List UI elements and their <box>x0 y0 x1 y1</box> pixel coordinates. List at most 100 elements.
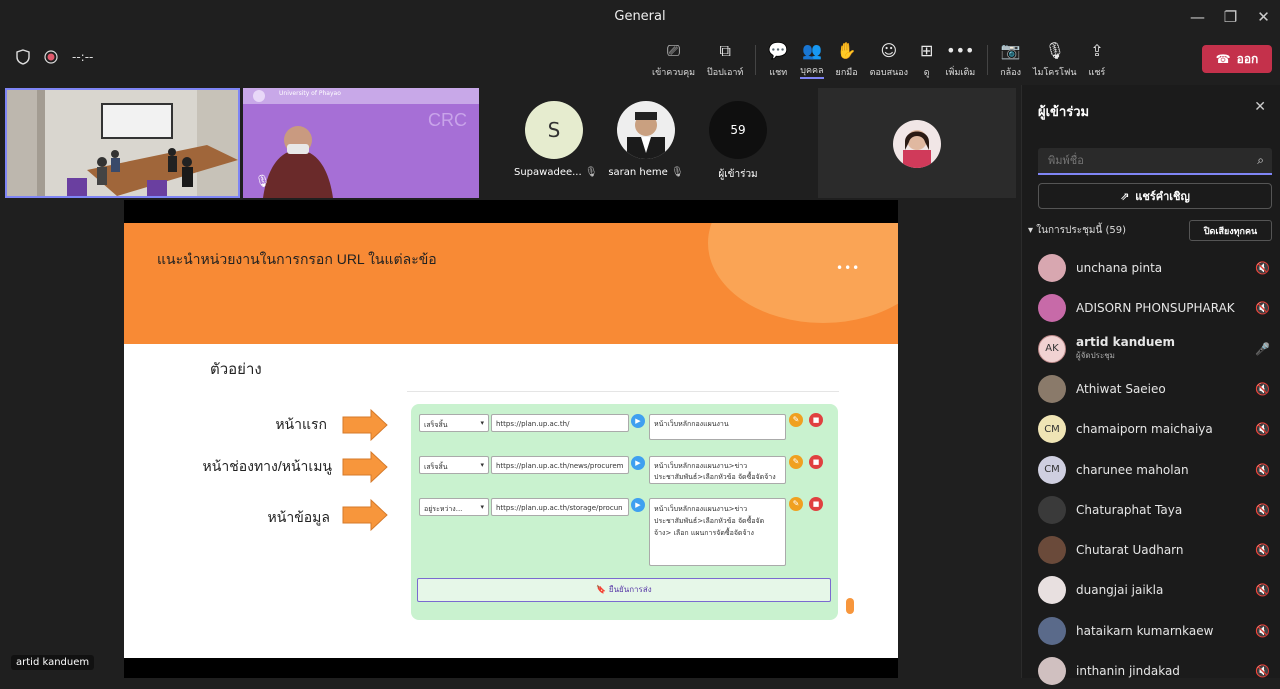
raise-hand-icon: ✋ <box>836 41 857 60</box>
mic-off-icon: 🔇 <box>1255 502 1270 517</box>
participant-tile-saran[interactable]: saran heme 🎙 <box>606 101 686 178</box>
take-control-icon: ⎚ <box>667 41 680 60</box>
restore-button[interactable]: ❐ <box>1214 0 1247 33</box>
window-controls: — ❐ ✕ <box>1181 0 1280 33</box>
delete-icon[interactable]: ■ <box>809 413 823 427</box>
camera-button[interactable]: 📷 กล้อง <box>994 41 1027 79</box>
share-button[interactable]: ⇪ แชร์ <box>1083 41 1112 79</box>
participant-row[interactable]: CM charunee maholan 🔇 <box>1038 452 1278 488</box>
participant-row[interactable]: inthanin jindakad 🔇 <box>1038 653 1278 689</box>
participant-row[interactable]: Chutarat Uadharn 🔇 <box>1038 532 1278 568</box>
search-icon[interactable]: ⌕ <box>1257 153 1264 168</box>
status-select[interactable]: เสร็จสิ้น ▾ <box>419 456 489 474</box>
meeting-info: --:-- <box>16 49 93 65</box>
status-select[interactable]: อยู่ระหว่าง... ▾ <box>419 498 489 516</box>
chat-icon: 💬 <box>768 41 789 60</box>
people-button[interactable]: 👥 บุคคล <box>794 41 829 79</box>
chat-button[interactable]: 💬 แชท <box>762 41 794 79</box>
mic-off-icon: 🔇 <box>1255 261 1270 275</box>
mute-all-button[interactable]: ปิดเสียงทุกคน <box>1189 220 1272 241</box>
microphone-label: ไมโครโฟน <box>1033 68 1077 78</box>
avatar: CM <box>1038 415 1066 444</box>
leave-button[interactable]: ☎ ออก <box>1202 45 1272 73</box>
edit-icon[interactable]: ✎ <box>789 413 803 427</box>
more-dots-icon: ••• <box>836 261 861 275</box>
close-window-button[interactable]: ✕ <box>1247 0 1280 33</box>
edit-icon[interactable]: ✎ <box>789 455 803 469</box>
shared-slide: แนะนำหน่วยงานในการกรอก URL ในแต่ละข้อ ••… <box>124 223 898 658</box>
video-tile-presenter[interactable]: CRC 🎙 University of Phayao <box>243 88 479 198</box>
slide-subtitle: ตัวอย่าง <box>210 361 262 378</box>
participant-name: inthanin jindakad <box>1076 664 1180 678</box>
status-value: เสร็จสิ้น <box>424 421 448 429</box>
delete-icon[interactable]: ■ <box>809 455 823 469</box>
bookmark-icon: 🔖 <box>596 585 607 594</box>
description-textarea[interactable]: หน้าเว็บหลักกองแผนงาน>ข่าวประชาสัมพันธ์>… <box>649 498 786 566</box>
search-field[interactable]: ⌕ <box>1038 148 1272 175</box>
reactions-button[interactable]: ☺ ตอบสนอง <box>864 41 914 79</box>
grid-view-icon: ⊞ <box>920 41 934 60</box>
take-control-button[interactable]: ⎚ เข้าควบคุม <box>646 41 701 79</box>
close-panel-icon[interactable]: ✕ <box>1254 99 1266 115</box>
raise-hand-button[interactable]: ✋ ยกมือ <box>830 41 864 79</box>
participant-row[interactable]: Athiwat Saeieo 🔇 <box>1038 371 1278 407</box>
share-invite-button[interactable]: ⇗ แชร์คำเชิญ <box>1038 183 1272 209</box>
more-button[interactable]: ••• เพิ่มเติม <box>939 41 981 79</box>
self-video-tile[interactable] <box>818 88 1016 198</box>
participant-row[interactable]: CM chamaiporn maichaiya 🔇 <box>1038 411 1278 447</box>
participant-name: Athiwat Saeieo <box>1076 382 1166 396</box>
crc-watermark: CRC <box>428 110 467 130</box>
mic-off-icon: 🎙 <box>584 167 598 178</box>
submit-button[interactable]: 🔖 ยืนยันการส่ง <box>417 578 831 602</box>
in-meeting-section-header[interactable]: ▾ ในการประชุมนี้ (59) <box>1028 223 1126 238</box>
url-input[interactable]: https://plan.up.ac.th/ <box>491 414 629 432</box>
play-icon[interactable]: ▶ <box>631 456 645 470</box>
video-tile-room[interactable] <box>5 88 240 198</box>
participant-row[interactable]: ADISORN PHONSUPHARAK 🔇 <box>1038 290 1278 326</box>
edit-icon[interactable]: ✎ <box>789 497 803 511</box>
participant-tile-supawadee[interactable]: S Supawadee... 🎙 <box>514 101 598 178</box>
camera-off-icon: 📷 <box>1000 41 1021 60</box>
slide-header: แนะนำหน่วยงานในการกรอก URL ในแต่ละข้อ ••… <box>124 223 898 344</box>
participant-row[interactable]: unchana pinta 🔇 <box>1038 250 1278 286</box>
camera-label: กล้อง <box>1000 68 1021 78</box>
participant-name: ADISORN PHONSUPHARAK <box>1076 301 1235 315</box>
mic-off-icon: 🎙 <box>670 167 684 178</box>
view-button[interactable]: ⊞ ดู <box>914 41 939 79</box>
section-label: ในการประชุมนี้ (59) <box>1036 225 1126 236</box>
url-input[interactable]: https://plan.up.ac.th/news/procurem <box>491 456 629 474</box>
participant-row[interactable]: duangjai jaikla 🔇 <box>1038 572 1278 608</box>
people-label: บุคคล <box>800 63 824 79</box>
participant-row[interactable]: hataikarn kumarnkaew 🔇 <box>1038 613 1278 649</box>
minimize-button[interactable]: — <box>1181 0 1214 33</box>
mic-off-icon: 🔇 <box>1255 462 1270 477</box>
participant-name-text: inthanin jindakad <box>1076 664 1180 678</box>
play-icon[interactable]: ▶ <box>631 414 645 428</box>
label-data: หน้าข้อมูล <box>267 509 330 525</box>
shield-icon[interactable] <box>16 49 30 65</box>
participant-name-text: Supawadee... <box>514 167 582 178</box>
search-input[interactable] <box>1038 148 1238 173</box>
participant-row[interactable]: Chaturaphat Taya 🔇 <box>1038 492 1278 528</box>
url-input[interactable]: https://plan.up.ac.th/storage/procun <box>491 498 629 516</box>
delete-icon[interactable]: ■ <box>809 497 823 511</box>
description-textarea[interactable]: หน้าเว็บหลักกองแผนงาน <box>649 414 786 440</box>
status-select[interactable]: เสร็จสิ้น ▾ <box>419 414 489 432</box>
raise-hand-label: ยกมือ <box>835 68 858 78</box>
chevron-down-icon: ▾ <box>480 419 484 427</box>
presenter-video: CRC <box>243 88 479 198</box>
participant-role: ผู้จัดประชุม <box>1076 351 1115 361</box>
avatar <box>617 101 675 159</box>
avatar <box>1038 374 1066 403</box>
microphone-button[interactable]: 🎙 ไมโครโฟน <box>1027 41 1083 79</box>
participant-row[interactable]: AK artid kanduem ผู้จัดประชุม 🎤 <box>1038 331 1278 367</box>
participant-overflow-tile[interactable]: 59 ผู้เข้าร่วม <box>698 101 778 182</box>
play-icon[interactable]: ▶ <box>631 498 645 512</box>
popout-button[interactable]: ⧉ ป๊อปเอาท์ <box>701 41 749 79</box>
description-textarea[interactable]: หน้าเว็บหลักกองแผนงาน>ข่าวประชาสัมพันธ์>… <box>649 456 786 484</box>
share-label: แชร์ <box>1088 68 1106 78</box>
take-control-label: เข้าควบคุม <box>652 68 696 78</box>
arrow-right-icon <box>342 408 388 442</box>
meeting-timer: --:-- <box>72 50 94 64</box>
meeting-toolbar: --:-- ⎚ เข้าควบคุม ⧉ ป๊อปเอาท์ 💬 แชท 👥 บุคคล… <box>0 33 1280 85</box>
